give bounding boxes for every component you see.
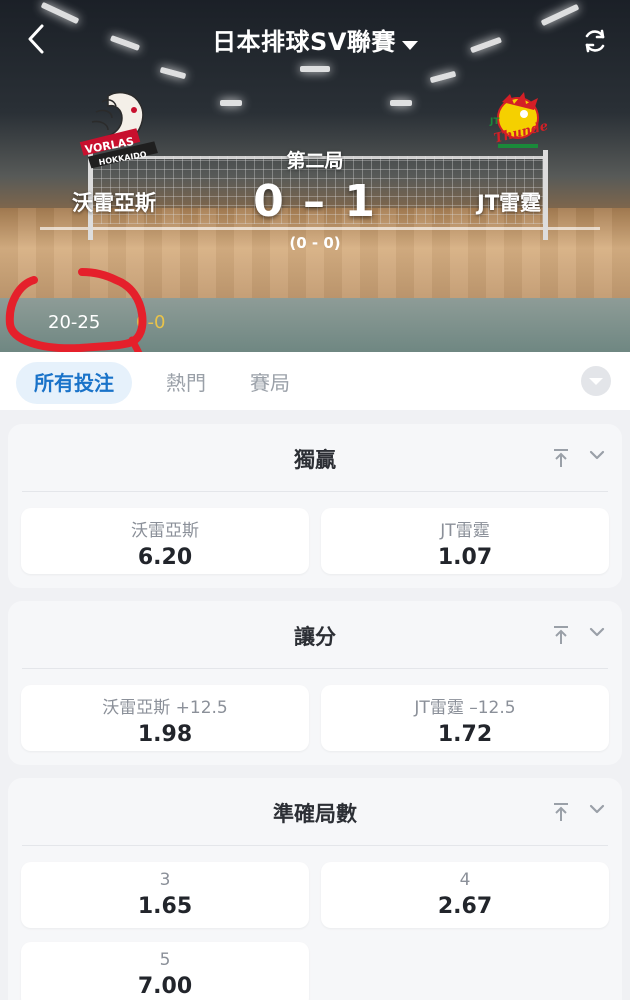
odds-price: 6.20: [137, 545, 193, 570]
odds-button[interactable]: JT雷霆 1.07: [321, 508, 609, 574]
tab-sets[interactable]: 賽局: [250, 362, 290, 404]
tabs-dropdown-button[interactable]: [581, 366, 611, 396]
odds-label: JT雷霆 –12.5: [414, 698, 516, 718]
stadium-light: [220, 100, 242, 106]
stadium-light: [159, 66, 187, 80]
market-title: 準確局數: [273, 802, 357, 826]
market-title: 獨贏: [294, 448, 336, 472]
odds-label: 4: [459, 870, 471, 890]
league-title: 日本排球SV聯賽: [212, 28, 396, 56]
previous-set-score: 20-25: [48, 312, 101, 333]
current-set-label: 第二局: [286, 150, 344, 172]
odds-label: 沃雷亞斯: [131, 521, 199, 541]
market-card-moneyline: 獨贏 沃雷亞斯 6.20 JT雷霆 1.07: [8, 424, 622, 588]
pin-to-top-icon[interactable]: [552, 625, 570, 645]
set-points-score: (0 - 0): [289, 234, 341, 252]
odds-price: 1.72: [437, 722, 493, 747]
market-header: 準確局數: [22, 778, 608, 846]
odds-button[interactable]: 5 7.00: [21, 942, 309, 1000]
chevron-down-icon[interactable]: [588, 623, 606, 641]
market-card-exact-sets: 準確局數 3 1.65 4 2.67 5 7.00: [8, 778, 622, 1000]
odds-label: 5: [159, 950, 171, 970]
odds-button[interactable]: 4 2.67: [321, 862, 609, 928]
stadium-light: [390, 100, 412, 106]
odds-button[interactable]: 沃雷亞斯 +12.5 1.98: [21, 685, 309, 751]
odds-price: 7.00: [137, 974, 193, 999]
odds-price: 1.98: [137, 722, 193, 747]
chevron-down-icon[interactable]: [588, 800, 606, 818]
caret-down-icon: [401, 41, 418, 50]
odds-button[interactable]: 沃雷亞斯 6.20: [21, 508, 309, 574]
chevron-down-icon[interactable]: [588, 446, 606, 464]
caret-down-icon: [589, 378, 603, 385]
odds-label: JT雷霆: [440, 521, 490, 541]
stadium-light: [429, 70, 457, 84]
market-card-handicap: 讓分 沃雷亞斯 +12.5 1.98 JT雷霆 –12.5 1.72: [8, 601, 622, 765]
odds-label: 沃雷亞斯 +12.5: [102, 698, 228, 718]
svg-text:JT: JT: [489, 117, 500, 127]
pin-to-top-icon[interactable]: [552, 802, 570, 822]
league-selector[interactable]: 日本排球SV聯賽: [0, 22, 630, 57]
stadium-light: [300, 66, 330, 72]
market-header: 讓分: [22, 601, 608, 669]
pin-to-top-icon[interactable]: [552, 448, 570, 468]
odds-label: 3: [159, 870, 171, 890]
tab-popular[interactable]: 熱門: [166, 362, 206, 404]
market-title: 讓分: [294, 625, 336, 649]
odds-price: 1.07: [437, 545, 493, 570]
odds-price: 1.65: [137, 894, 193, 919]
bet-tabs: 所有投注 熱門 賽局: [0, 352, 630, 410]
odds-price: 2.67: [437, 894, 493, 919]
tab-all-bets[interactable]: 所有投注: [16, 362, 132, 404]
court-line: [40, 227, 600, 230]
refresh-icon[interactable]: [580, 26, 610, 56]
market-header: 獨贏: [22, 424, 608, 492]
odds-button[interactable]: JT雷霆 –12.5 1.72: [321, 685, 609, 751]
odds-button[interactable]: 3 1.65: [21, 862, 309, 928]
match-score: 0 – 1: [253, 176, 377, 227]
stadium-light: [40, 1, 80, 25]
current-set-score: 0-0: [136, 312, 166, 333]
